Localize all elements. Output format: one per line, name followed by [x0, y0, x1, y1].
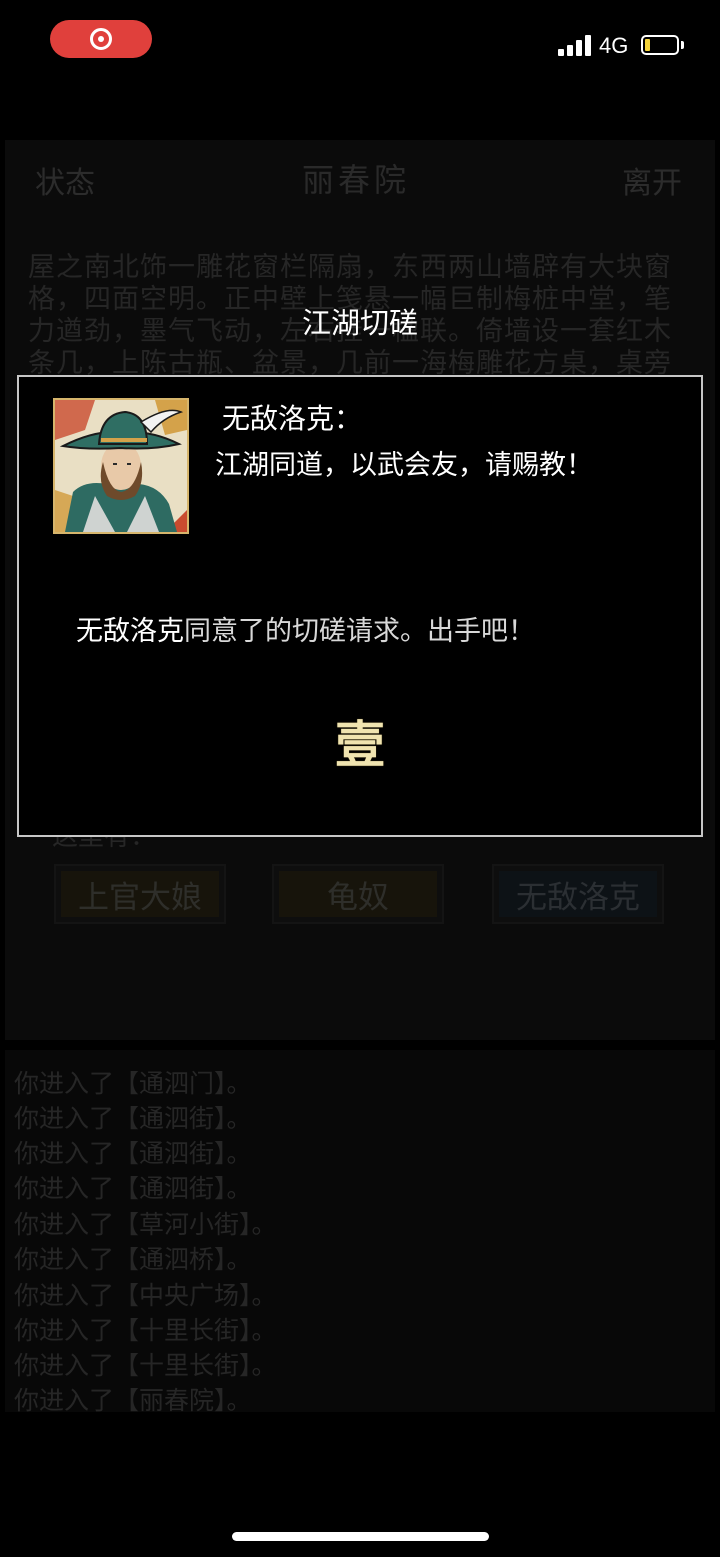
spar-result-message: 无敌洛克同意了的切磋请求。出手吧！ — [76, 609, 535, 648]
battery-icon — [641, 35, 679, 55]
opponent-name: 无敌洛克 — [76, 616, 184, 647]
musketeer-portrait-icon — [55, 400, 187, 532]
npc-button-luoke: 无敌洛克 — [492, 864, 664, 924]
result-text: 同意了的切磋请求。出手吧！ — [184, 616, 535, 647]
screen-record-indicator[interactable] — [50, 20, 152, 58]
description-line: 屋之南北饰一雕花窗栏隔扇，东西两山墙辟有大块窗 — [28, 252, 672, 283]
log-line: 你进入了【十里长街】。 — [14, 1316, 277, 1345]
spar-dialog: 无敌洛克： 江湖同道，以武会友，请赐教！ 无敌洛克同意了的切磋请求。出手吧！ 壹 — [17, 375, 703, 837]
log-line: 你进入了【通泗街】。 — [14, 1174, 252, 1203]
npc-button-label: 无敌洛克 — [499, 871, 657, 917]
countdown-number: 壹 — [335, 715, 385, 774]
location-title: 丽春院 — [302, 161, 411, 199]
npc-avatar — [53, 398, 189, 534]
dialog-title: 江湖切磋 — [301, 306, 418, 340]
network-type: 4G — [599, 33, 629, 58]
log-line: 你进入了【中央广场】。 — [14, 1281, 277, 1310]
npc-button-label: 上官大娘 — [61, 871, 219, 917]
status-button: 状态 — [35, 166, 95, 201]
log-line: 你进入了【通泗门】。 — [14, 1069, 252, 1098]
log-line: 你进入了【通泗街】。 — [14, 1104, 252, 1133]
speech-text: 江湖同道，以武会友，请赐教！ — [215, 450, 593, 481]
log-line: 你进入了【通泗桥】。 — [14, 1245, 252, 1274]
leave-button: 离开 — [622, 166, 682, 201]
log-line: 你进入了【草河小街】。 — [14, 1210, 277, 1239]
npc-button-shangguan: 上官大娘 — [54, 864, 226, 924]
signal-icon — [558, 34, 592, 56]
log-line: 你进入了【通泗街】。 — [14, 1139, 252, 1168]
screen-record-icon — [90, 28, 112, 50]
battery-level — [645, 39, 650, 51]
log-line: 你进入了【丽春院】。 — [14, 1386, 252, 1415]
battery-cap — [681, 41, 684, 49]
log-line: 你进入了【十里长街】。 — [14, 1351, 277, 1380]
npc-button-guinu: 龟奴 — [272, 864, 444, 924]
home-indicator[interactable] — [232, 1532, 489, 1541]
speaker-name: 无敌洛克： — [222, 402, 363, 435]
npc-button-label: 龟奴 — [279, 871, 437, 917]
